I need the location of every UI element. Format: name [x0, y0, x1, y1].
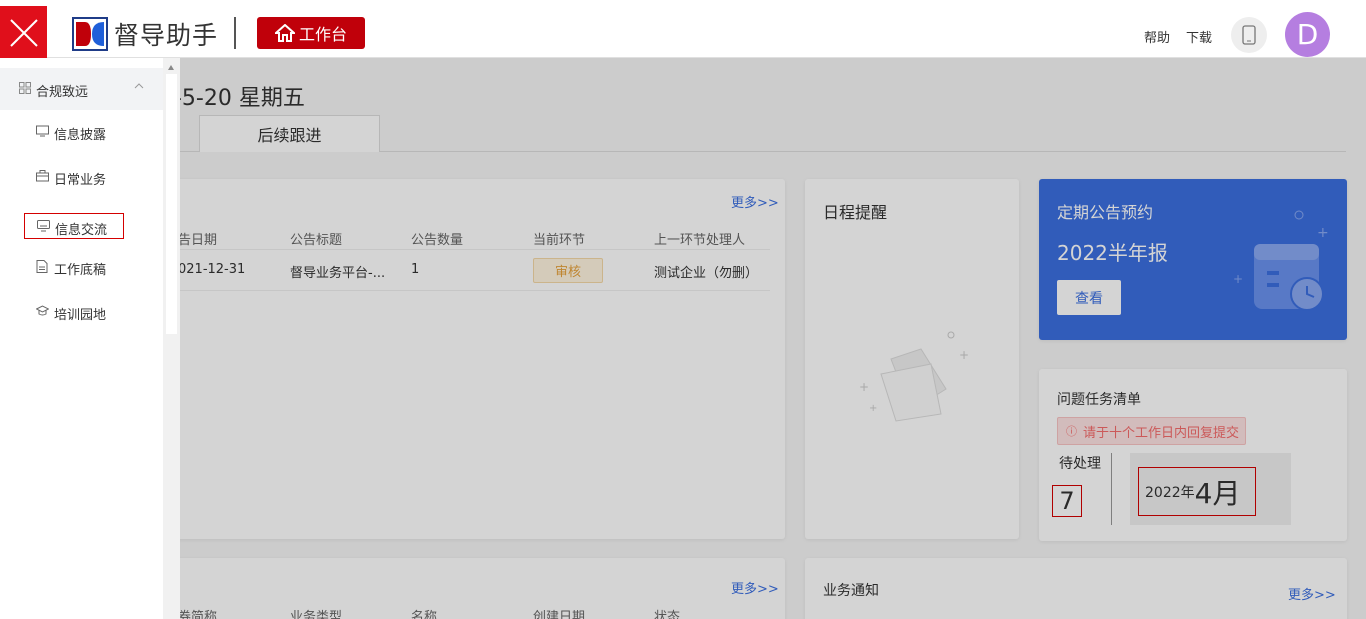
column-header: 公告标题 — [290, 233, 343, 248]
month-year: 2022年 — [1145, 484, 1195, 501]
status-badge: 审核 — [533, 258, 603, 283]
biz-more-link[interactable]: 更多>> — [731, 578, 779, 597]
announce-more-link[interactable]: 更多>> — [731, 192, 779, 211]
briefcase-icon — [36, 170, 49, 182]
sidebar-item-work-papers[interactable]: 工作底稿 — [24, 254, 124, 280]
cell-title[interactable]: 督导业务平台-... — [290, 262, 385, 281]
booking-card: 定期公告预约 2022半年报 查看 + + — [1039, 179, 1347, 340]
sidebar-item-label: 工作底稿 — [54, 263, 107, 278]
download-link[interactable]: 下载 — [1186, 27, 1212, 46]
schedule-card: 日程提醒 + + + — [805, 179, 1019, 539]
scroll-up-icon[interactable] — [168, 65, 174, 70]
app-logo[interactable]: 督导助手 — [72, 16, 218, 52]
svg-text:+: + — [859, 380, 869, 394]
logo-divider — [234, 17, 236, 49]
svg-text:+: + — [959, 348, 969, 362]
column-header: 上一环节处理人 — [654, 233, 746, 248]
svg-text:+: + — [1317, 225, 1329, 241]
month-box: 2022年 4月 — [1130, 453, 1291, 525]
grid-icon — [19, 82, 31, 94]
deadline-alert: ⓘ 请于十个工作日内回复提交 — [1057, 417, 1246, 445]
column-header: 当前环节 — [533, 233, 586, 248]
sidebar-group-label: 合规致远 — [36, 85, 89, 100]
top-header: 督导助手 工作台 帮助 下载 D — [0, 0, 1366, 59]
svg-text:+: + — [1233, 272, 1243, 286]
empty-folder-icon: + + + — [859, 331, 969, 422]
sidebar-item-label: 信息交流 — [55, 223, 108, 238]
sidebar-group-header[interactable]: 合规致远 — [0, 68, 163, 110]
logo-icon — [72, 17, 108, 51]
cell-handler: 测试企业（勿删） — [654, 266, 759, 281]
issues-card: 问题任务清单 ⓘ 请于十个工作日内回复提交 待处理 7 2022年 4月 — [1039, 369, 1347, 541]
sidebar: 合规致远 信息披露 日常业务 信息交流 工作底稿 培训园地 — [0, 58, 163, 619]
monitor-icon — [36, 125, 49, 137]
column-header: 公告数量 — [411, 233, 464, 248]
page-date: 2-5-20 星期五 — [160, 86, 305, 111]
sidebar-item-label: 信息披露 — [54, 128, 107, 143]
sidebar-item-training[interactable]: 培训园地 — [24, 299, 124, 325]
help-link[interactable]: 帮助 — [1144, 27, 1170, 46]
booking-subtitle: 2022半年报 — [1057, 241, 1168, 265]
view-button[interactable]: 查看 — [1057, 280, 1121, 315]
graduation-cap-icon — [36, 305, 49, 316]
tab-bar: 后续跟进 — [180, 115, 1346, 152]
sidebar-item-label: 日常业务 — [54, 173, 107, 188]
logo-text: 督导助手 — [114, 21, 219, 50]
business-card: 更多>> 券简称 业务类型 名称 创建日期 状态 — [160, 558, 785, 619]
sidebar-item-daily-business[interactable]: 日常业务 — [24, 164, 124, 190]
document-icon — [36, 260, 48, 273]
phone-icon — [1242, 25, 1256, 45]
notice-card: 业务通知 更多>> — [805, 558, 1347, 619]
close-icon — [9, 18, 38, 47]
mobile-button[interactable] — [1231, 17, 1267, 53]
column-header: 名称 — [411, 610, 438, 619]
workbench-button[interactable]: 工作台 — [257, 17, 365, 49]
column-header: 创建日期 — [533, 610, 586, 619]
issues-title: 问题任务清单 — [1057, 392, 1141, 408]
column-header: 告日期 — [178, 233, 218, 248]
main-content: 2-5-20 星期五 后续跟进 更多>> 告日期 公告标题 公告数量 当前环节 … — [0, 58, 1366, 619]
calendar-clock-icon: + + — [1233, 210, 1329, 311]
notice-title: 业务通知 — [823, 583, 879, 599]
column-header: 券简称 — [178, 610, 218, 619]
cell-date: 021-12-31 — [178, 262, 246, 277]
sidebar-scrollbar[interactable] — [163, 58, 180, 619]
table-row[interactable]: 021-12-31 督导业务平台-... 1 审核 测试企业（勿删） — [160, 249, 770, 291]
deadline-alert-text: 请于十个工作日内回复提交 — [1083, 425, 1240, 441]
month-selector[interactable]: 2022年 4月 — [1138, 467, 1256, 516]
tab-followup[interactable]: 后续跟进 — [199, 115, 380, 152]
chat-icon — [37, 220, 50, 232]
home-icon — [274, 24, 295, 42]
svg-text:+: + — [869, 403, 877, 414]
announcement-card: 更多>> 告日期 公告标题 公告数量 当前环节 上一环节处理人 021-12-3… — [160, 179, 785, 539]
column-header: 业务类型 — [290, 610, 343, 619]
biz-table-header: 券简称 业务类型 名称 创建日期 状态 — [160, 604, 770, 619]
chevron-up-icon — [134, 83, 144, 89]
booking-title: 定期公告预约 — [1057, 203, 1154, 222]
scrollbar-thumb[interactable] — [166, 74, 177, 334]
sidebar-item-disclosure[interactable]: 信息披露 — [24, 119, 124, 145]
column-header: 状态 — [654, 610, 681, 619]
month-number: 4月 — [1194, 476, 1241, 510]
divider — [1111, 453, 1112, 525]
close-menu-button[interactable] — [0, 6, 47, 59]
avatar[interactable]: D — [1285, 12, 1330, 57]
sidebar-item-label: 培训园地 — [54, 308, 107, 323]
pending-label: 待处理 — [1059, 456, 1101, 472]
pending-count[interactable]: 7 — [1052, 485, 1082, 517]
cell-count: 1 — [411, 262, 420, 277]
schedule-title: 日程提醒 — [823, 203, 888, 222]
announce-table-header: 告日期 公告标题 公告数量 当前环节 上一环节处理人 — [160, 225, 770, 249]
notice-more-link[interactable]: 更多>> — [1288, 584, 1336, 603]
sidebar-item-info-exchange[interactable]: 信息交流 — [24, 213, 124, 239]
info-circle-icon: ⓘ — [1066, 425, 1077, 438]
workbench-label: 工作台 — [298, 25, 347, 44]
